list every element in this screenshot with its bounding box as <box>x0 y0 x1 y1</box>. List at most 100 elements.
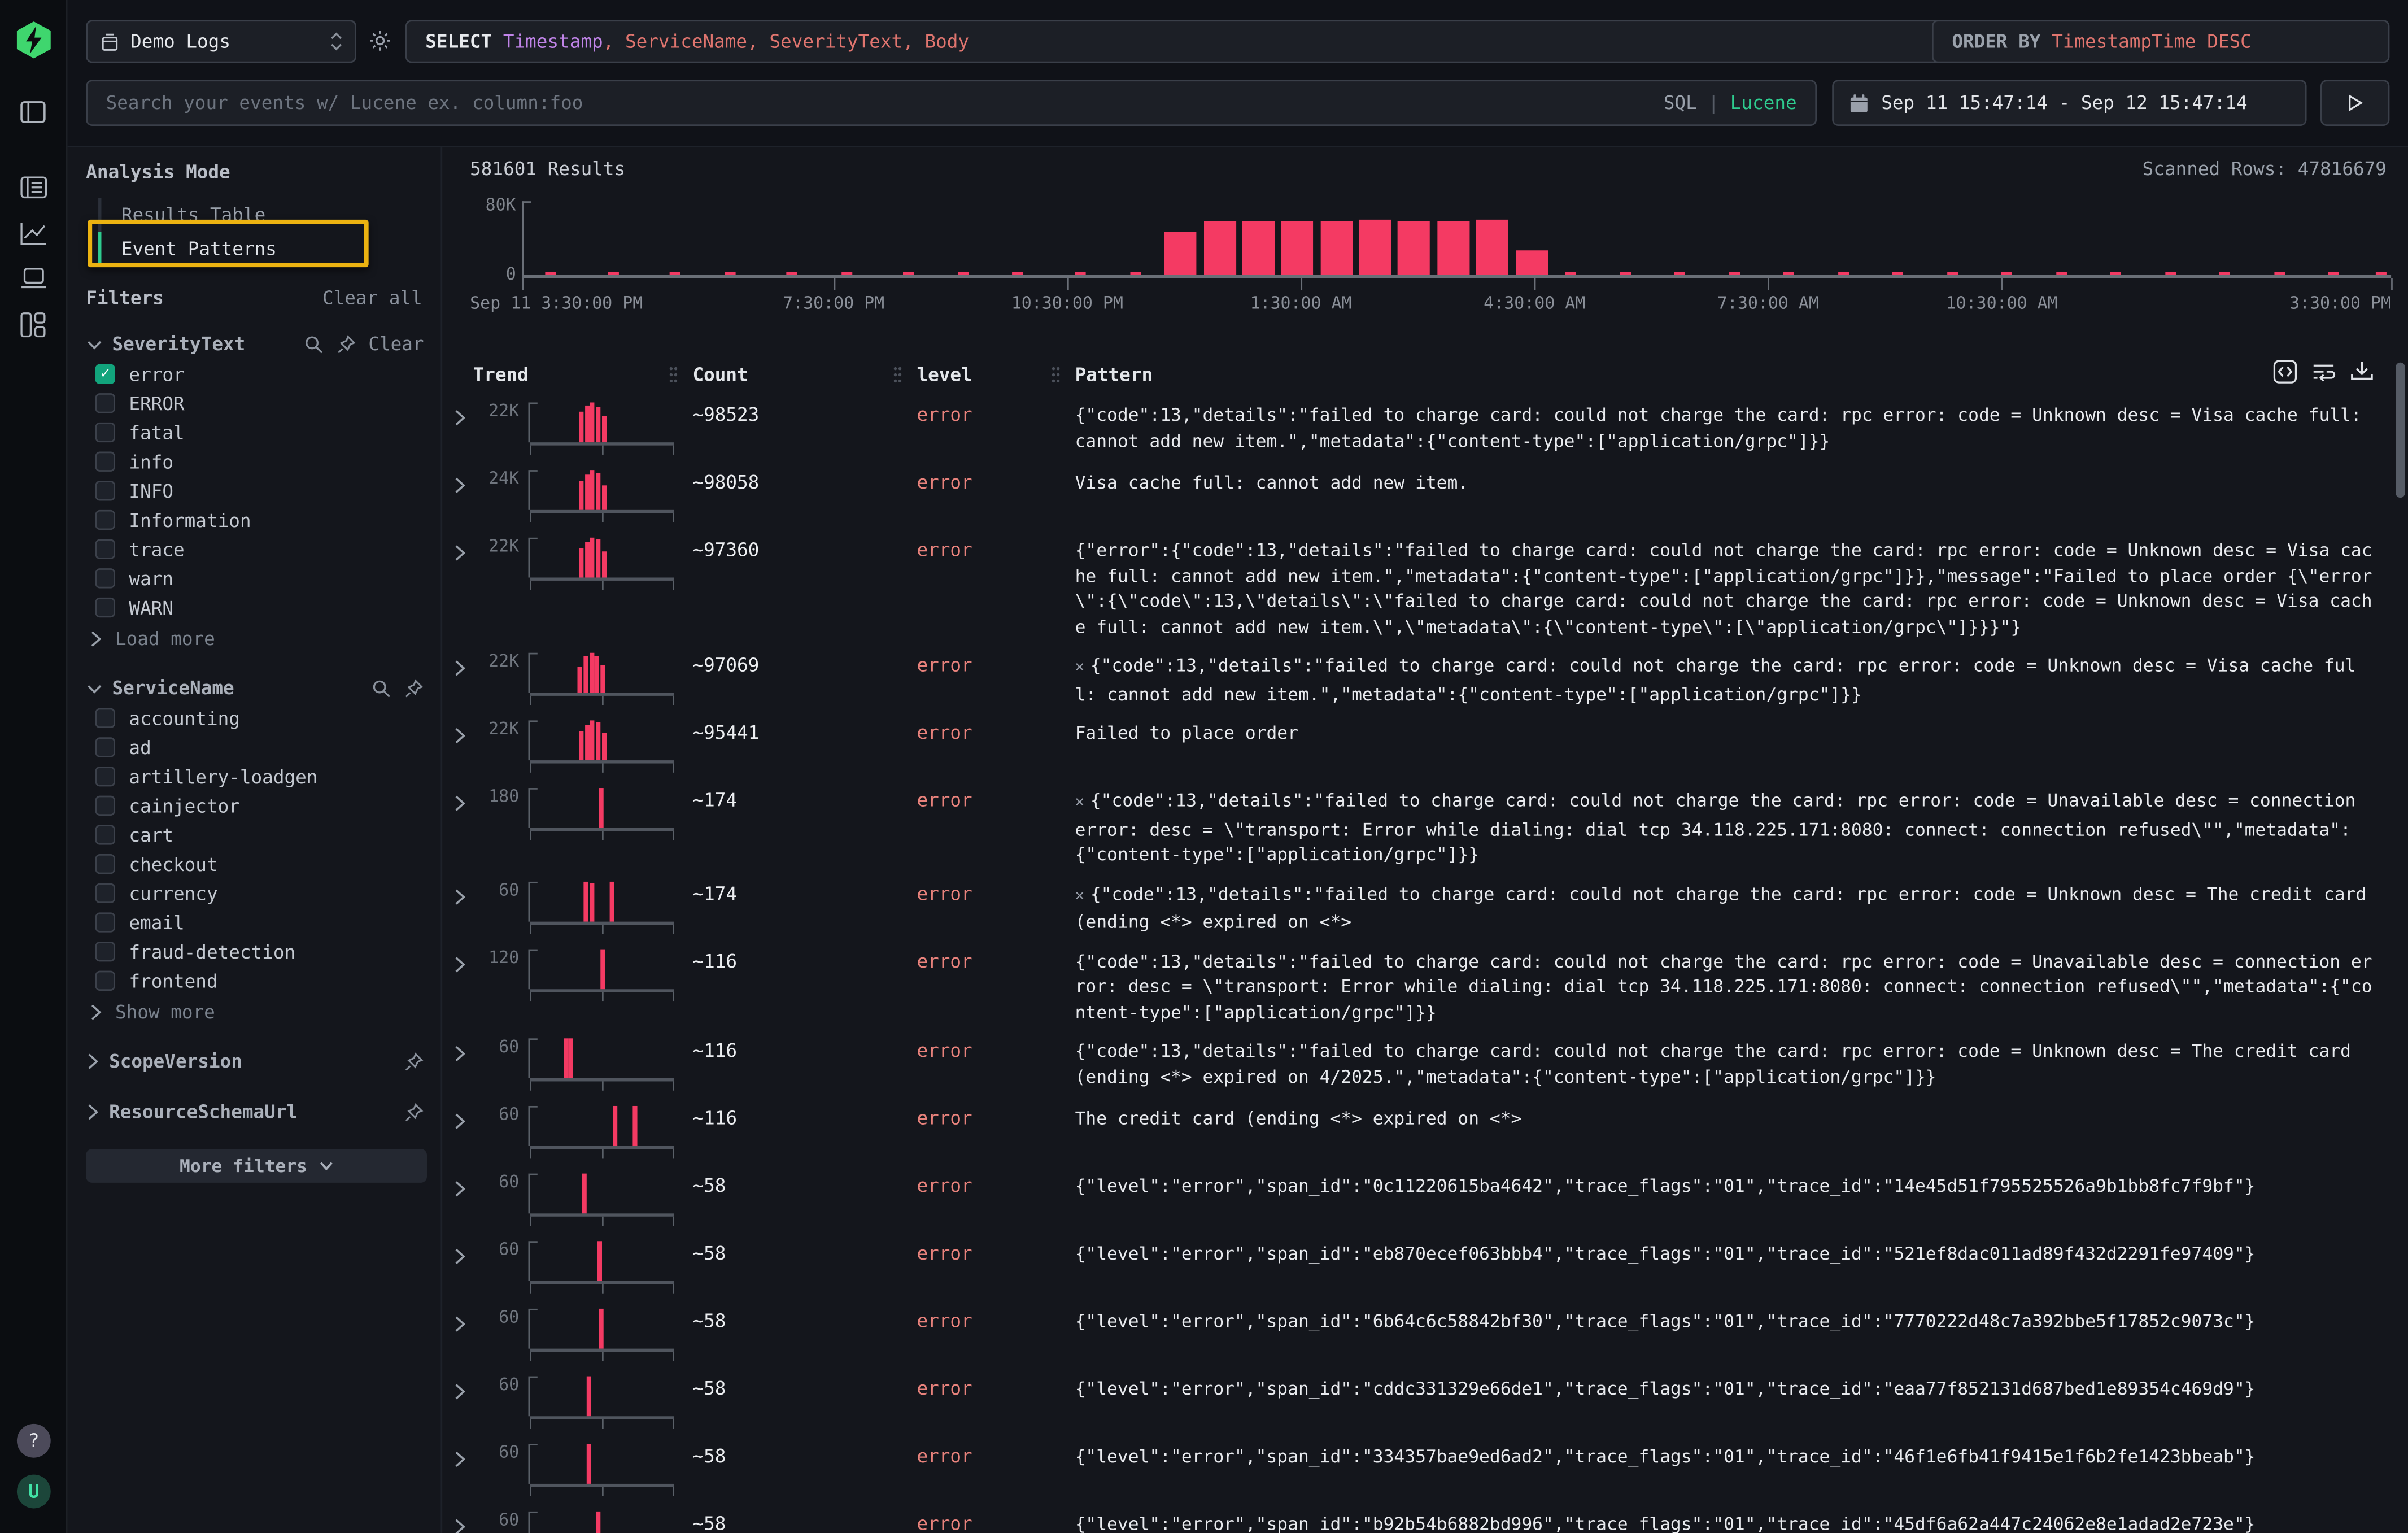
pattern-row[interactable]: 22K~97360error{"error":{"code":13,"detai… <box>442 524 2396 639</box>
filter-option-warn[interactable]: warn <box>86 564 427 593</box>
filter-option-error[interactable]: ERROR <box>86 389 427 418</box>
checkbox[interactable] <box>95 971 115 991</box>
source-select[interactable]: Demo Logs <box>86 20 356 63</box>
checkbox[interactable] <box>95 883 115 903</box>
scrollbar-thumb[interactable] <box>2396 363 2405 498</box>
expand-row-chevron-icon[interactable] <box>442 534 473 562</box>
code-braces-icon[interactable] <box>2273 359 2298 384</box>
mode-event-patterns[interactable]: Event Patterns <box>98 232 427 266</box>
client-sessions-icon[interactable] <box>20 267 47 290</box>
pattern-row[interactable]: 60~58error{"level":"error","span_id":"eb… <box>442 1227 2396 1295</box>
filter-option-currency[interactable]: currency <box>86 878 427 908</box>
expand-row-chevron-icon[interactable] <box>442 1305 473 1333</box>
filter-option-checkout[interactable]: checkout <box>86 850 427 879</box>
pattern-row[interactable]: 22K~98523error{"code":13,"details":"fail… <box>442 389 2396 456</box>
expand-row-chevron-icon[interactable] <box>442 399 473 427</box>
filter-option-email[interactable]: email <box>86 908 427 937</box>
expand-row-chevron-icon[interactable] <box>442 650 473 677</box>
column-resize-handle[interactable] <box>894 365 902 384</box>
pattern-text[interactable]: {"level":"error","span_id":"334357bae9ed… <box>1075 1441 2396 1469</box>
checkbox[interactable] <box>95 481 115 500</box>
histogram-bar[interactable] <box>1164 232 1197 275</box>
wrap-lines-icon[interactable] <box>2311 359 2336 384</box>
filter-option-cainjector[interactable]: cainjector <box>86 791 427 820</box>
pattern-row[interactable]: 22K~95441errorFailed to place order <box>442 707 2396 774</box>
pin-icon[interactable] <box>404 1051 424 1071</box>
download-icon[interactable] <box>2350 359 2375 384</box>
lang-sql[interactable]: SQL <box>1664 92 1697 114</box>
checkbox[interactable] <box>95 854 115 874</box>
histogram-bar[interactable] <box>1320 221 1353 275</box>
source-settings-gear-icon[interactable] <box>369 29 392 53</box>
load-more-link[interactable]: Show more <box>86 999 427 1026</box>
sidebar-toggle-icon[interactable] <box>20 100 46 125</box>
pattern-text[interactable]: {"level":"error","span_id":"0c11220615ba… <box>1075 1170 2396 1199</box>
checkbox[interactable] <box>95 539 115 559</box>
checkbox[interactable] <box>95 568 115 588</box>
expand-row-chevron-icon[interactable] <box>442 1035 473 1063</box>
search-icon[interactable] <box>304 334 324 354</box>
run-query-button[interactable] <box>2320 80 2389 126</box>
expand-row-chevron-icon[interactable] <box>442 467 473 495</box>
pin-icon[interactable] <box>404 678 424 698</box>
filter-option-warn[interactable]: WARN <box>86 593 427 622</box>
pattern-text[interactable]: {"error":{"code":13,"details":"failed to… <box>1075 534 2396 639</box>
lang-lucene[interactable]: Lucene <box>1730 92 1797 114</box>
expand-row-chevron-icon[interactable] <box>442 1238 473 1266</box>
pattern-row[interactable]: 60~58error{"level":"error","span_id":"0c… <box>442 1160 2396 1227</box>
checkbox[interactable] <box>95 393 115 413</box>
checkbox[interactable] <box>95 423 115 442</box>
expand-row-chevron-icon[interactable] <box>442 946 473 973</box>
pattern-text[interactable]: {"level":"error","span_id":"b92b54b6882b… <box>1075 1508 2396 1533</box>
checkbox[interactable] <box>95 825 115 844</box>
pattern-row[interactable]: 180~174error✕{"code":13,"details":"faile… <box>442 774 2396 868</box>
col-count[interactable]: Count <box>692 364 748 385</box>
expand-row-chevron-icon[interactable] <box>442 1170 473 1198</box>
pattern-text[interactable]: {"level":"error","span_id":"eb870ecef063… <box>1075 1238 2396 1266</box>
col-pattern[interactable]: Pattern <box>1075 364 1153 385</box>
filter-option-error[interactable]: ✓error <box>86 359 427 389</box>
mode-results-table[interactable]: Results Table <box>98 198 427 232</box>
filter-option-artillery-loadgen[interactable]: artillery-loadgen <box>86 762 427 791</box>
filter-option-fatal[interactable]: fatal <box>86 418 427 447</box>
checkbox[interactable] <box>95 452 115 472</box>
expand-row-chevron-icon[interactable] <box>442 1103 473 1131</box>
filter-option-ad[interactable]: ad <box>86 733 427 762</box>
pattern-row[interactable]: 24K~98058errorVisa cache full: cannot ad… <box>442 456 2396 524</box>
search-input[interactable]: Search your events w/ Lucene ex. column:… <box>86 80 1817 126</box>
pattern-text[interactable]: {"code":13,"details":"failed to charge c… <box>1075 946 2396 1025</box>
histogram-bar[interactable] <box>1281 221 1314 275</box>
histogram-bar[interactable] <box>1242 221 1275 275</box>
results-histogram[interactable]: 80K 0 Sep 11 3:30:00 PM7:30:00 PM10:30:0… <box>522 201 2391 275</box>
sql-select-editor[interactable]: SELECT Timestamp, ServiceName, SeverityT… <box>405 20 1983 63</box>
search-logs-icon[interactable] <box>20 175 47 200</box>
filter-option-info[interactable]: INFO <box>86 476 427 506</box>
pattern-text[interactable]: ✕{"code":13,"details":"failed to charge … <box>1075 650 2396 707</box>
checkbox[interactable] <box>95 796 115 816</box>
expand-row-chevron-icon[interactable] <box>442 1441 473 1469</box>
histogram-bar[interactable] <box>1203 221 1236 275</box>
order-by-editor[interactable]: ORDER BY TimestampTime DESC <box>1932 20 2389 63</box>
checkbox[interactable] <box>95 737 115 757</box>
pattern-text[interactable]: {"code":13,"details":"failed to charge c… <box>1075 1035 2396 1089</box>
checkbox[interactable] <box>95 708 115 728</box>
checkbox[interactable] <box>95 942 115 961</box>
histogram-bar[interactable] <box>1476 220 1508 275</box>
load-more-link[interactable]: Load more <box>86 625 427 653</box>
dashboards-icon[interactable] <box>20 312 46 338</box>
filter-group-scopeversion[interactable]: ScopeVersion <box>86 1046 427 1077</box>
pattern-row[interactable]: 60~174error✕{"code":13,"details":"failed… <box>442 867 2396 935</box>
expand-row-chevron-icon[interactable] <box>442 785 473 813</box>
user-avatar[interactable]: U <box>17 1475 51 1509</box>
pattern-text[interactable]: ✕{"code":13,"details":"failed to charge … <box>1075 785 2396 867</box>
pattern-row[interactable]: 60~116error{"code":13,"details":"failed … <box>442 1025 2396 1092</box>
histogram-bar[interactable] <box>1398 221 1430 275</box>
pin-icon[interactable] <box>336 334 356 354</box>
filter-option-fraud-detection[interactable]: fraud-detection <box>86 937 427 966</box>
pattern-row[interactable]: 60~58error{"level":"error","span_id":"6b… <box>442 1295 2396 1362</box>
checkbox[interactable] <box>95 766 115 786</box>
filter-option-info[interactable]: info <box>86 447 427 476</box>
pattern-text[interactable]: The credit card (ending <*> expired on <… <box>1075 1103 2396 1131</box>
pin-icon[interactable] <box>404 1102 424 1122</box>
table-scrollbar[interactable] <box>2396 356 2405 1530</box>
